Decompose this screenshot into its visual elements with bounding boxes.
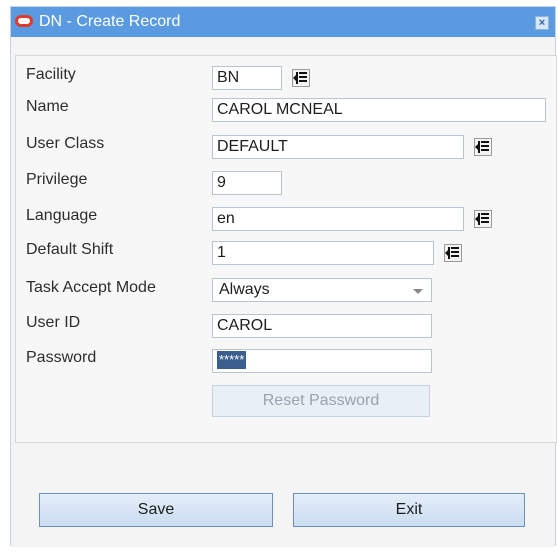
password-value: ***** (217, 351, 247, 369)
window-title: DN - Create Record (39, 13, 181, 30)
facility-field[interactable]: BN (212, 66, 282, 90)
save-button[interactable]: Save (39, 493, 273, 527)
task-accept-mode-value: Always (219, 281, 270, 298)
privilege-label: Privilege (26, 171, 88, 188)
privilege-field[interactable]: 9 (212, 171, 282, 195)
oracle-logo-icon (15, 15, 33, 27)
password-label: Password (26, 349, 97, 366)
close-icon[interactable]: × (535, 16, 549, 30)
title-bar[interactable]: DN - Create Record × (11, 7, 555, 37)
default-shift-field[interactable]: 1 (212, 241, 434, 265)
language-label: Language (26, 207, 98, 224)
facility-label: Facility (26, 66, 76, 83)
reset-password-button[interactable]: Reset Password (212, 385, 430, 417)
exit-button[interactable]: Exit (293, 493, 525, 527)
facility-lov-icon[interactable] (292, 69, 310, 87)
task-accept-mode-label: Task Accept Mode (26, 279, 156, 296)
default-shift-label: Default Shift (26, 241, 114, 258)
form-panel: Facility BN Name CAROL MCNEAL User Class… (15, 55, 557, 443)
user-id-field[interactable]: CAROL (212, 314, 432, 338)
name-label: Name (26, 98, 69, 115)
user-id-label: User ID (26, 314, 81, 331)
user-class-label: User Class (26, 135, 105, 152)
chevron-down-icon (413, 289, 423, 294)
task-accept-mode-select[interactable]: Always (212, 278, 432, 302)
password-field[interactable]: ***** (212, 349, 432, 373)
name-field[interactable]: CAROL MCNEAL (212, 98, 546, 122)
default-shift-lov-icon[interactable] (444, 244, 462, 262)
user-class-lov-icon[interactable] (474, 138, 492, 156)
language-lov-icon[interactable] (474, 210, 492, 228)
language-field[interactable]: en (212, 207, 464, 231)
user-class-field[interactable]: DEFAULT (212, 135, 464, 159)
dialog-window: DN - Create Record × Facility BN Name CA… (10, 6, 557, 547)
dialog-body: Facility BN Name CAROL MCNEAL User Class… (11, 37, 557, 547)
